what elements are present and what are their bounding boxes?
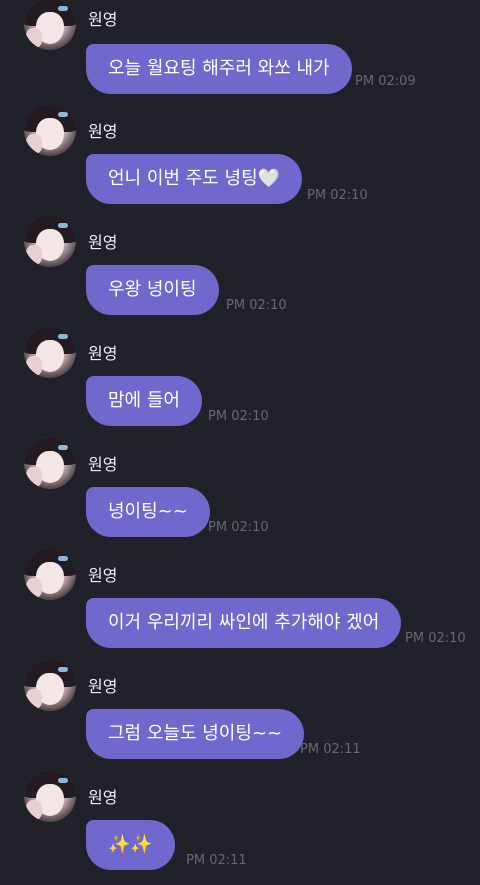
message-bubble[interactable]: 그럼 오늘도 녕이팅~~ <box>86 709 305 759</box>
sender-name: 원영 <box>88 344 118 363</box>
message-time: PM 02:10 <box>307 188 368 203</box>
message-time: PM 02:10 <box>208 409 269 424</box>
avatar[interactable] <box>24 659 76 711</box>
avatar[interactable] <box>24 104 76 156</box>
message-time: PM 02:09 <box>355 74 416 89</box>
avatar[interactable] <box>24 0 76 50</box>
avatar[interactable] <box>24 548 76 600</box>
sender-name: 원영 <box>88 10 118 29</box>
message-row: 원영 맘에 들어 PM 02:10 <box>0 326 480 426</box>
message-row: 원영 그럼 오늘도 녕이팅~~ PM 02:11 <box>0 659 480 759</box>
sender-name: 원영 <box>88 677 118 696</box>
sender-name: 원영 <box>88 455 118 474</box>
sender-name: 원영 <box>88 566 118 585</box>
message-row: 원영 언니 이번 주도 녕팅🤍 PM 02:10 <box>0 104 480 204</box>
message-time: PM 02:10 <box>208 520 269 535</box>
chat-thread[interactable]: 원영 오늘 월요팅 해주러 와쏘 내가 PM 02:09 원영 언니 이번 주도… <box>0 0 480 885</box>
message-bubble[interactable]: 녕이팅~~ <box>86 487 210 537</box>
message-time: PM 02:10 <box>405 631 466 646</box>
message-bubble[interactable]: ✨✨ <box>86 820 175 870</box>
message-row: 원영 오늘 월요팅 해주러 와쏘 내가 PM 02:09 <box>0 0 480 100</box>
message-row: 원영 우왕 녕이팅 PM 02:10 <box>0 215 480 315</box>
sender-name: 원영 <box>88 122 118 141</box>
message-bubble[interactable]: 맘에 들어 <box>86 376 202 426</box>
message-row: 원영 ✨✨ PM 02:11 <box>0 770 480 870</box>
message-bubble[interactable]: 우왕 녕이팅 <box>86 265 219 315</box>
message-time: PM 02:11 <box>186 853 247 868</box>
message-bubble[interactable]: 언니 이번 주도 녕팅🤍 <box>86 154 303 204</box>
message-row: 원영 녕이팅~~ PM 02:10 <box>0 437 480 537</box>
sender-name: 원영 <box>88 788 118 807</box>
message-time: PM 02:10 <box>226 298 287 313</box>
avatar[interactable] <box>24 215 76 267</box>
sender-name: 원영 <box>88 233 118 252</box>
avatar[interactable] <box>24 326 76 378</box>
message-bubble[interactable]: 오늘 월요팅 해주러 와쏘 내가 <box>86 44 352 94</box>
message-bubble[interactable]: 이거 우리끼리 싸인에 추가해야 겠어 <box>86 598 402 648</box>
message-row: 원영 이거 우리끼리 싸인에 추가해야 겠어 PM 02:10 <box>0 548 480 648</box>
message-time: PM 02:11 <box>300 742 361 757</box>
avatar[interactable] <box>24 437 76 489</box>
avatar[interactable] <box>24 770 76 822</box>
